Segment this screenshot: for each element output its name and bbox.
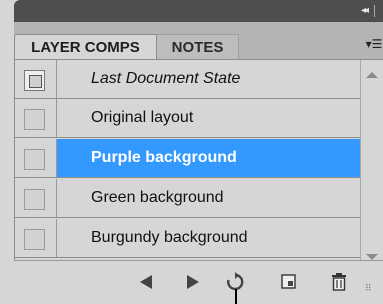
- panel-menu-icon[interactable]: ▾☰: [365, 34, 383, 54]
- new-page-icon: [281, 274, 296, 289]
- tab-notes[interactable]: NOTES: [157, 34, 239, 59]
- apply-comp-checkbox[interactable]: [24, 109, 45, 130]
- list-item-label: Purple background: [91, 149, 237, 166]
- list-item-label: Burgundy background: [91, 229, 248, 246]
- previous-comp-button[interactable]: [133, 269, 159, 295]
- apply-comp-checkbox[interactable]: [24, 229, 45, 250]
- list-item[interactable]: Burgundy background: [15, 219, 361, 258]
- right-triangle-icon: [187, 275, 199, 289]
- panel-bottom-toolbar: ⠿: [14, 260, 383, 304]
- vertical-scrollbar[interactable]: [360, 60, 383, 260]
- comp-visibility-cell[interactable]: [15, 219, 57, 257]
- panel-title-bar[interactable]: ◂◂ ×: [14, 0, 383, 22]
- list-item-label: Green background: [91, 189, 224, 206]
- tab-layer-comps[interactable]: LAYER COMPS: [14, 34, 157, 59]
- callout-pointer-line: [235, 289, 237, 304]
- apply-comp-checkbox[interactable]: [24, 149, 45, 170]
- list-item[interactable]: Original layout: [15, 99, 361, 138]
- list-item[interactable]: Last Document State: [15, 60, 361, 99]
- list-item[interactable]: Green background: [15, 179, 361, 218]
- comp-visibility-cell[interactable]: [15, 139, 57, 177]
- list-item-label: Last Document State: [91, 70, 241, 87]
- resize-grip-icon[interactable]: ⠿: [365, 285, 381, 301]
- apply-comp-checkbox[interactable]: [24, 189, 45, 210]
- layer-comps-panel: ◂◂ × LAYER COMPS NOTES ▾☰ Last Document …: [0, 0, 383, 304]
- document-state-icon: [24, 70, 45, 91]
- list-item-label: Original layout: [91, 109, 194, 126]
- comp-visibility-cell[interactable]: [15, 99, 57, 137]
- collapse-panel-icon[interactable]: ◂◂: [356, 3, 372, 19]
- close-panel-icon[interactable]: ×: [379, 3, 383, 19]
- new-comp-button[interactable]: [276, 269, 302, 295]
- next-comp-button[interactable]: [180, 269, 206, 295]
- comp-visibility-cell: [15, 60, 57, 98]
- trash-icon: [332, 273, 346, 291]
- list-item-selected[interactable]: Purple background: [15, 139, 361, 178]
- left-triangle-icon: [140, 275, 152, 289]
- layer-comps-list: Last Document State Original layout Purp…: [14, 60, 361, 260]
- delete-comp-button[interactable]: [326, 269, 352, 295]
- panel-tab-strip: LAYER COMPS NOTES ▾☰: [14, 22, 383, 60]
- title-bar-separator: [374, 5, 375, 17]
- comp-visibility-cell[interactable]: [15, 179, 57, 217]
- scroll-up-icon[interactable]: [366, 72, 378, 78]
